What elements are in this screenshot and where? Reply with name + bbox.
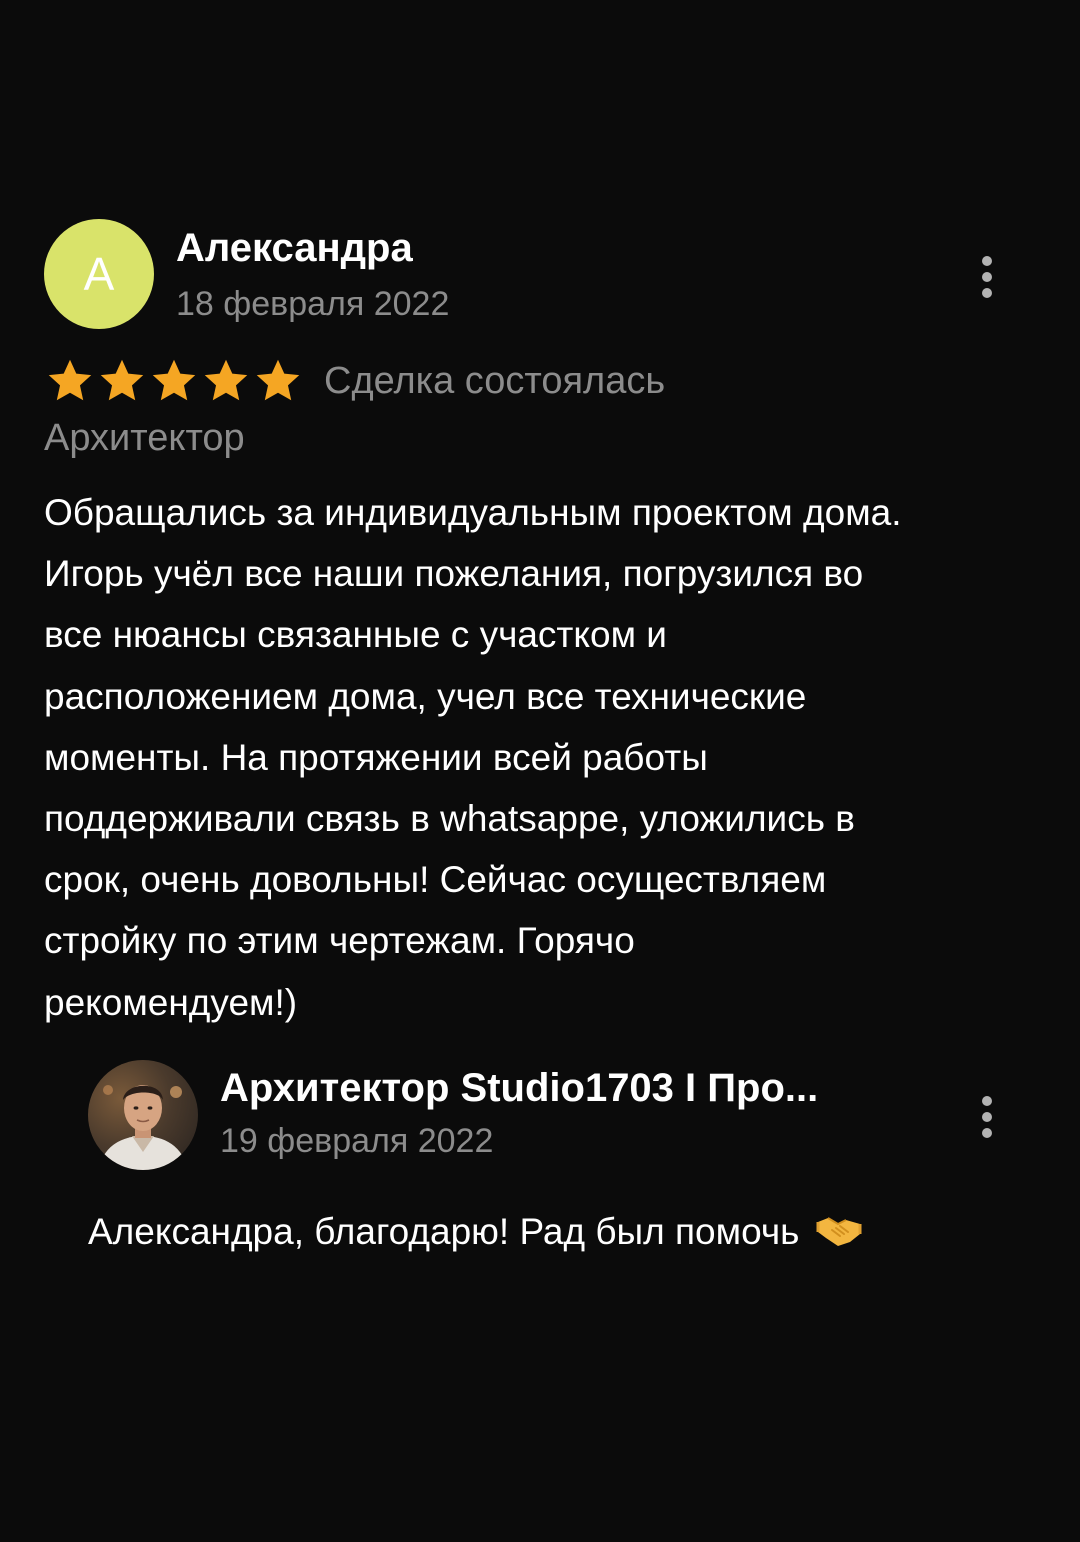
more-vertical-icon-dot xyxy=(982,272,992,282)
review-text: Обращались за индивидуальным проектом до… xyxy=(44,482,1034,1033)
star-icon xyxy=(204,359,248,401)
author-avatar[interactable]: А xyxy=(44,219,154,329)
review-text-line: все нюансы связанные с участком и xyxy=(44,614,667,656)
deal-status: Сделка состоялась xyxy=(324,359,666,402)
star-icon xyxy=(152,359,196,401)
review-text-line: поддерживали связь в whatsappe, уложилис… xyxy=(44,798,855,840)
more-vertical-icon xyxy=(982,256,992,266)
more-vertical-icon xyxy=(982,1096,992,1106)
review-text-line: срок, очень довольны! Сейчас осуществляе… xyxy=(44,859,827,901)
star-icon xyxy=(48,359,92,401)
reply-author-name[interactable]: Архитектор Studio1703 I Про... xyxy=(220,1066,818,1111)
review-text-line: рекомендуем!) xyxy=(44,981,298,1023)
review-text-line: стройку по этим чертежам. Горячо xyxy=(44,920,635,962)
reply-text-content: Александра, благодарю! Рад был помочь xyxy=(88,1211,800,1252)
more-vertical-icon-dot xyxy=(982,1112,992,1122)
star-icon xyxy=(256,359,300,401)
reply-text: Александра, благодарю! Рад был помочь xyxy=(88,1210,862,1253)
avatar-photo xyxy=(88,1060,198,1170)
star-rating xyxy=(44,355,304,407)
review-date: 18 февраля 2022 xyxy=(176,285,450,323)
star-icon xyxy=(100,359,144,401)
reply-date: 19 февраля 2022 xyxy=(220,1122,494,1160)
service-label: Архитектор xyxy=(44,417,245,459)
review-text-line: Обращались за индивидуальным проектом до… xyxy=(44,492,902,533)
more-vertical-icon-dot xyxy=(982,288,992,298)
rating-row: Сделка состоялась xyxy=(44,355,665,407)
review-text-line: расположением дома, учел все технические xyxy=(44,675,807,717)
review-more-button[interactable] xyxy=(975,256,999,300)
review-text-line: моменты. На протяжении всей работы xyxy=(44,736,708,778)
author-name[interactable]: Александра xyxy=(176,226,413,271)
review-text-line: Игорь учёл все наши пожелания, погрузилс… xyxy=(44,553,864,595)
more-vertical-icon-dot xyxy=(982,1128,992,1138)
reply-more-button[interactable] xyxy=(975,1096,999,1140)
reply-author-avatar[interactable] xyxy=(88,1060,198,1170)
handshake-icon xyxy=(816,1217,862,1246)
